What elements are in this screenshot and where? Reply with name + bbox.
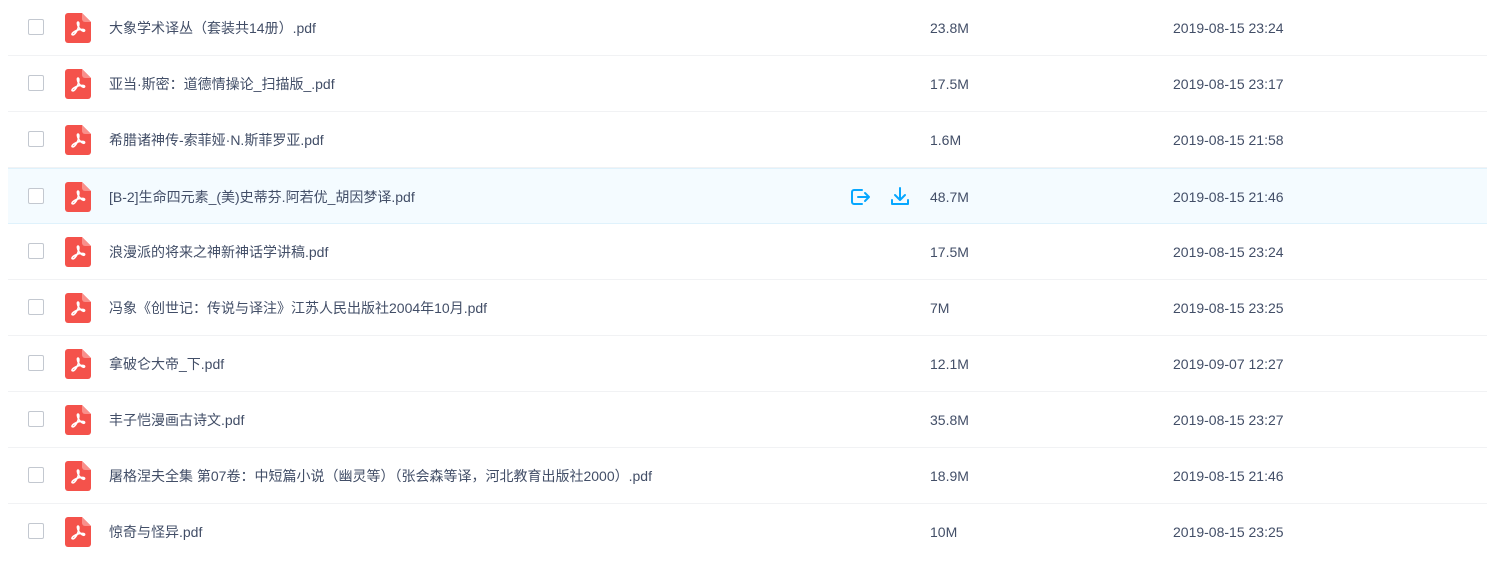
pdf-file-icon (65, 125, 91, 155)
file-date: 2019-08-15 23:25 (1173, 300, 1284, 316)
share-button[interactable] (848, 185, 872, 209)
row-checkbox[interactable] (28, 19, 44, 35)
file-name[interactable]: 冯象《创世记：传说与译注》江苏人民出版社2004年10月.pdf (109, 298, 487, 318)
share-icon (851, 189, 870, 205)
pdf-file-icon (65, 293, 91, 323)
row-checkbox[interactable] (28, 299, 44, 315)
file-name[interactable]: 浪漫派的将来之神新神话学讲稿.pdf (109, 242, 328, 262)
file-row-hovered[interactable]: [B-2]生命四元素_(美)史蒂芬.阿若优_胡因梦译.pdf 48.7M 201… (8, 168, 1487, 224)
file-size: 10M (930, 524, 958, 540)
file-date: 2019-09-07 12:27 (1173, 356, 1284, 372)
file-size: 48.7M (930, 189, 969, 205)
file-size: 7M (930, 300, 950, 316)
download-button[interactable] (888, 185, 912, 209)
row-checkbox[interactable] (28, 75, 44, 91)
file-row[interactable]: 亚当·斯密：道德情操论_扫描版_.pdf 17.5M 2019-08-15 23… (8, 56, 1487, 112)
file-row[interactable]: 浪漫派的将来之神新神话学讲稿.pdf 17.5M 2019-08-15 23:2… (8, 224, 1487, 280)
file-size: 12.1M (930, 356, 969, 372)
pdf-file-icon (65, 237, 91, 267)
row-checkbox[interactable] (28, 467, 44, 483)
file-name[interactable]: 拿破仑大帝_下.pdf (109, 354, 224, 374)
file-date: 2019-08-15 23:24 (1173, 20, 1284, 36)
file-list: 大象学术译丛（套装共14册）.pdf 23.8M 2019-08-15 23:2… (0, 0, 1487, 566)
pdf-file-icon (65, 405, 91, 435)
row-checkbox[interactable] (28, 523, 44, 539)
file-name[interactable]: 希腊诸神传-索菲娅·N.斯菲罗亚.pdf (109, 130, 324, 150)
file-row[interactable]: 大象学术译丛（套装共14册）.pdf 23.8M 2019-08-15 23:2… (8, 0, 1487, 56)
file-row[interactable]: 丰子恺漫画古诗文.pdf 35.8M 2019-08-15 23:27 (8, 392, 1487, 448)
file-row[interactable]: 拿破仑大帝_下.pdf 12.1M 2019-09-07 12:27 (8, 336, 1487, 392)
file-date: 2019-08-15 21:58 (1173, 132, 1284, 148)
pdf-file-icon (65, 13, 91, 43)
file-size: 1.6M (930, 132, 962, 148)
pdf-file-icon (65, 517, 91, 547)
file-date: 2019-08-15 23:25 (1173, 524, 1284, 540)
file-size: 17.5M (930, 76, 969, 92)
file-name[interactable]: 大象学术译丛（套装共14册）.pdf (109, 18, 316, 38)
file-size: 35.8M (930, 412, 969, 428)
row-checkbox[interactable] (28, 243, 44, 259)
row-checkbox[interactable] (28, 188, 44, 204)
file-date: 2019-08-15 21:46 (1173, 189, 1284, 205)
file-row[interactable]: 希腊诸神传-索菲娅·N.斯菲罗亚.pdf 1.6M 2019-08-15 21:… (8, 112, 1487, 168)
file-date: 2019-08-15 23:27 (1173, 412, 1284, 428)
file-size: 18.9M (930, 468, 969, 484)
file-date: 2019-08-15 23:24 (1173, 244, 1284, 260)
file-size: 23.8M (930, 20, 969, 36)
file-name[interactable]: 惊奇与怪异.pdf (109, 522, 202, 542)
file-date: 2019-08-15 21:46 (1173, 468, 1284, 484)
file-size: 17.5M (930, 244, 969, 260)
file-row[interactable]: 惊奇与怪异.pdf 10M 2019-08-15 23:25 (8, 504, 1487, 560)
pdf-file-icon (65, 349, 91, 379)
pdf-file-icon (65, 69, 91, 99)
row-actions (848, 185, 912, 209)
file-date: 2019-08-15 23:17 (1173, 76, 1284, 92)
file-row[interactable]: 屠格涅夫全集 第07卷：中短篇小说（幽灵等）（张会森等译，河北教育出版社2000… (8, 448, 1487, 504)
file-name[interactable]: 屠格涅夫全集 第07卷：中短篇小说（幽灵等）（张会森等译，河北教育出版社2000… (109, 466, 652, 486)
file-name[interactable]: 亚当·斯密：道德情操论_扫描版_.pdf (109, 74, 335, 94)
pdf-file-icon (65, 182, 91, 212)
row-checkbox[interactable] (28, 355, 44, 371)
file-name[interactable]: 丰子恺漫画古诗文.pdf (109, 410, 244, 430)
row-checkbox[interactable] (28, 131, 44, 147)
file-name[interactable]: [B-2]生命四元素_(美)史蒂芬.阿若优_胡因梦译.pdf (109, 187, 415, 207)
row-checkbox[interactable] (28, 411, 44, 427)
file-row[interactable]: 冯象《创世记：传说与译注》江苏人民出版社2004年10月.pdf 7M 2019… (8, 280, 1487, 336)
pdf-file-icon (65, 461, 91, 491)
download-icon (891, 187, 909, 205)
